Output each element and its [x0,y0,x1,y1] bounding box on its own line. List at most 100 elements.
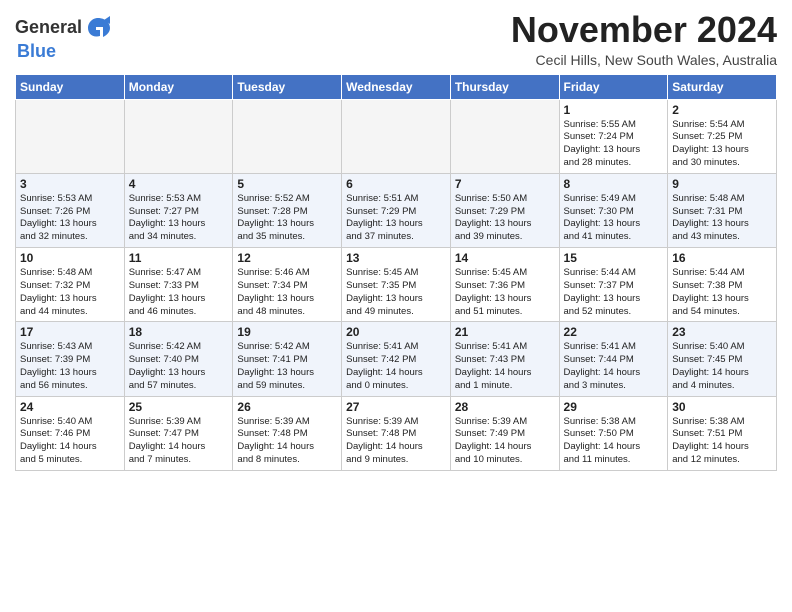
day-info: Sunrise: 5:38 AM Sunset: 7:50 PM Dayligh… [564,416,664,467]
calendar-header-sunday: Sunday [16,74,125,99]
calendar-day-7: 7 Sunrise: 5:50 AM Sunset: 7:29 PM Daylig… [450,173,559,247]
day-info: Sunrise: 5:39 AM Sunset: 7:49 PM Dayligh… [455,416,555,467]
calendar-week-3: 10Sunrise: 5:48 AM Sunset: 7:32 PM Dayli… [16,248,777,322]
calendar-day-18: 18 Sunrise: 5:42 AM Sunset: 7:40 PM Dayli… [124,322,233,396]
day-info: Sunrise: 5:41 AM Sunset: 7:43 PM Dayligh… [455,341,555,392]
day-number: 8 [564,177,664,191]
day-info: Sunrise: 5:47 AM Sunset: 7:33 PM Dayligh… [129,267,229,318]
day-number: 13 [346,251,446,265]
day-info: Sunrise: 5:50 AM Sunset: 7:29 PM Dayligh… [455,193,555,244]
calendar-day-empty [233,99,342,173]
day-number: 18 [129,325,229,339]
calendar-day-14: 14 Sunrise: 5:45 AM Sunset: 7:36 PM Dayli… [450,248,559,322]
calendar-day-25: 25 Sunrise: 5:39 AM Sunset: 7:47 PM Dayli… [124,396,233,470]
calendar-day-28: 28 Sunrise: 5:39 AM Sunset: 7:49 PM Dayli… [450,396,559,470]
calendar-day-4: 4 Sunrise: 5:53 AM Sunset: 7:27 PM Daylig… [124,173,233,247]
day-info: Sunrise: 5:54 AM Sunset: 7:25 PM Dayligh… [672,119,772,170]
day-number: 23 [672,325,772,339]
day-number: 26 [237,400,337,414]
title-block: November 2024 Cecil Hills, New South Wal… [511,10,777,68]
calendar-day-19: 19 Sunrise: 5:42 AM Sunset: 7:41 PM Dayli… [233,322,342,396]
calendar-day-empty [450,99,559,173]
calendar-day-11: 11 Sunrise: 5:47 AM Sunset: 7:33 PM Dayli… [124,248,233,322]
day-number: 19 [237,325,337,339]
logo: General Blue [15,14,112,62]
calendar-day-29: 29 Sunrise: 5:38 AM Sunset: 7:50 PM Dayli… [559,396,668,470]
day-number: 10 [20,251,120,265]
day-number: 27 [346,400,446,414]
calendar-day-9: 9 Sunrise: 5:48 AM Sunset: 7:31 PM Daylig… [668,173,777,247]
calendar-header-tuesday: Tuesday [233,74,342,99]
day-info: Sunrise: 5:44 AM Sunset: 7:37 PM Dayligh… [564,267,664,318]
day-info: Sunrise: 5:55 AM Sunset: 7:24 PM Dayligh… [564,119,664,170]
calendar-day-3: 3Sunrise: 5:53 AM Sunset: 7:26 PM Daylig… [16,173,125,247]
calendar-week-2: 3Sunrise: 5:53 AM Sunset: 7:26 PM Daylig… [16,173,777,247]
calendar-header-thursday: Thursday [450,74,559,99]
calendar-day-21: 21 Sunrise: 5:41 AM Sunset: 7:43 PM Dayli… [450,322,559,396]
day-info: Sunrise: 5:52 AM Sunset: 7:28 PM Dayligh… [237,193,337,244]
day-number: 7 [455,177,555,191]
subtitle: Cecil Hills, New South Wales, Australia [511,52,777,68]
day-number: 15 [564,251,664,265]
day-info: Sunrise: 5:48 AM Sunset: 7:31 PM Dayligh… [672,193,772,244]
day-number: 4 [129,177,229,191]
calendar-day-23: 23 Sunrise: 5:40 AM Sunset: 7:45 PM Dayli… [668,322,777,396]
calendar-day-13: 13 Sunrise: 5:45 AM Sunset: 7:35 PM Dayli… [342,248,451,322]
calendar-day-empty [342,99,451,173]
day-number: 2 [672,103,772,117]
day-info: Sunrise: 5:45 AM Sunset: 7:36 PM Dayligh… [455,267,555,318]
calendar-day-2: 2 Sunrise: 5:54 AM Sunset: 7:25 PM Daylig… [668,99,777,173]
day-number: 28 [455,400,555,414]
day-info: Sunrise: 5:42 AM Sunset: 7:41 PM Dayligh… [237,341,337,392]
calendar-day-8: 8 Sunrise: 5:49 AM Sunset: 7:30 PM Daylig… [559,173,668,247]
calendar-day-27: 27 Sunrise: 5:39 AM Sunset: 7:48 PM Dayli… [342,396,451,470]
day-number: 9 [672,177,772,191]
day-number: 11 [129,251,229,265]
month-title: November 2024 [511,10,777,50]
day-info: Sunrise: 5:39 AM Sunset: 7:48 PM Dayligh… [237,416,337,467]
day-info: Sunrise: 5:41 AM Sunset: 7:44 PM Dayligh… [564,341,664,392]
calendar-header-monday: Monday [124,74,233,99]
calendar-day-empty [124,99,233,173]
day-info: Sunrise: 5:39 AM Sunset: 7:47 PM Dayligh… [129,416,229,467]
calendar-header-wednesday: Wednesday [342,74,451,99]
day-info: Sunrise: 5:44 AM Sunset: 7:38 PM Dayligh… [672,267,772,318]
day-info: Sunrise: 5:43 AM Sunset: 7:39 PM Dayligh… [20,341,120,392]
calendar-day-12: 12Sunrise: 5:46 AM Sunset: 7:34 PM Dayli… [233,248,342,322]
day-number: 3 [20,177,120,191]
calendar-day-5: 5Sunrise: 5:52 AM Sunset: 7:28 PM Daylig… [233,173,342,247]
day-info: Sunrise: 5:42 AM Sunset: 7:40 PM Dayligh… [129,341,229,392]
calendar-day-16: 16Sunrise: 5:44 AM Sunset: 7:38 PM Dayli… [668,248,777,322]
day-number: 17 [20,325,120,339]
calendar-day-1: 1 Sunrise: 5:55 AM Sunset: 7:24 PM Daylig… [559,99,668,173]
calendar-day-10: 10Sunrise: 5:48 AM Sunset: 7:32 PM Dayli… [16,248,125,322]
calendar-day-26: 26 Sunrise: 5:39 AM Sunset: 7:48 PM Dayli… [233,396,342,470]
calendar-week-5: 24Sunrise: 5:40 AM Sunset: 7:46 PM Dayli… [16,396,777,470]
day-info: Sunrise: 5:49 AM Sunset: 7:30 PM Dayligh… [564,193,664,244]
day-number: 14 [455,251,555,265]
page-header: General Blue November 2024 Cecil Hills, … [15,10,777,68]
calendar-week-1: 1 Sunrise: 5:55 AM Sunset: 7:24 PM Daylig… [16,99,777,173]
day-info: Sunrise: 5:51 AM Sunset: 7:29 PM Dayligh… [346,193,446,244]
logo-general: General [15,18,82,38]
day-number: 12 [237,251,337,265]
day-info: Sunrise: 5:53 AM Sunset: 7:27 PM Dayligh… [129,193,229,244]
calendar-day-20: 20Sunrise: 5:41 AM Sunset: 7:42 PM Dayli… [342,322,451,396]
logo-icon [84,14,112,42]
calendar-day-22: 22Sunrise: 5:41 AM Sunset: 7:44 PM Dayli… [559,322,668,396]
day-number: 29 [564,400,664,414]
day-number: 1 [564,103,664,117]
day-info: Sunrise: 5:40 AM Sunset: 7:45 PM Dayligh… [672,341,772,392]
day-number: 20 [346,325,446,339]
calendar-header-saturday: Saturday [668,74,777,99]
day-number: 25 [129,400,229,414]
calendar-week-4: 17 Sunrise: 5:43 AM Sunset: 7:39 PM Dayli… [16,322,777,396]
day-info: Sunrise: 5:45 AM Sunset: 7:35 PM Dayligh… [346,267,446,318]
day-number: 21 [455,325,555,339]
calendar-header-row: SundayMondayTuesdayWednesdayThursdayFrid… [16,74,777,99]
calendar-day-6: 6Sunrise: 5:51 AM Sunset: 7:29 PM Daylig… [342,173,451,247]
calendar-day-30: 30Sunrise: 5:38 AM Sunset: 7:51 PM Dayli… [668,396,777,470]
day-number: 24 [20,400,120,414]
day-info: Sunrise: 5:39 AM Sunset: 7:48 PM Dayligh… [346,416,446,467]
calendar-day-17: 17 Sunrise: 5:43 AM Sunset: 7:39 PM Dayli… [16,322,125,396]
